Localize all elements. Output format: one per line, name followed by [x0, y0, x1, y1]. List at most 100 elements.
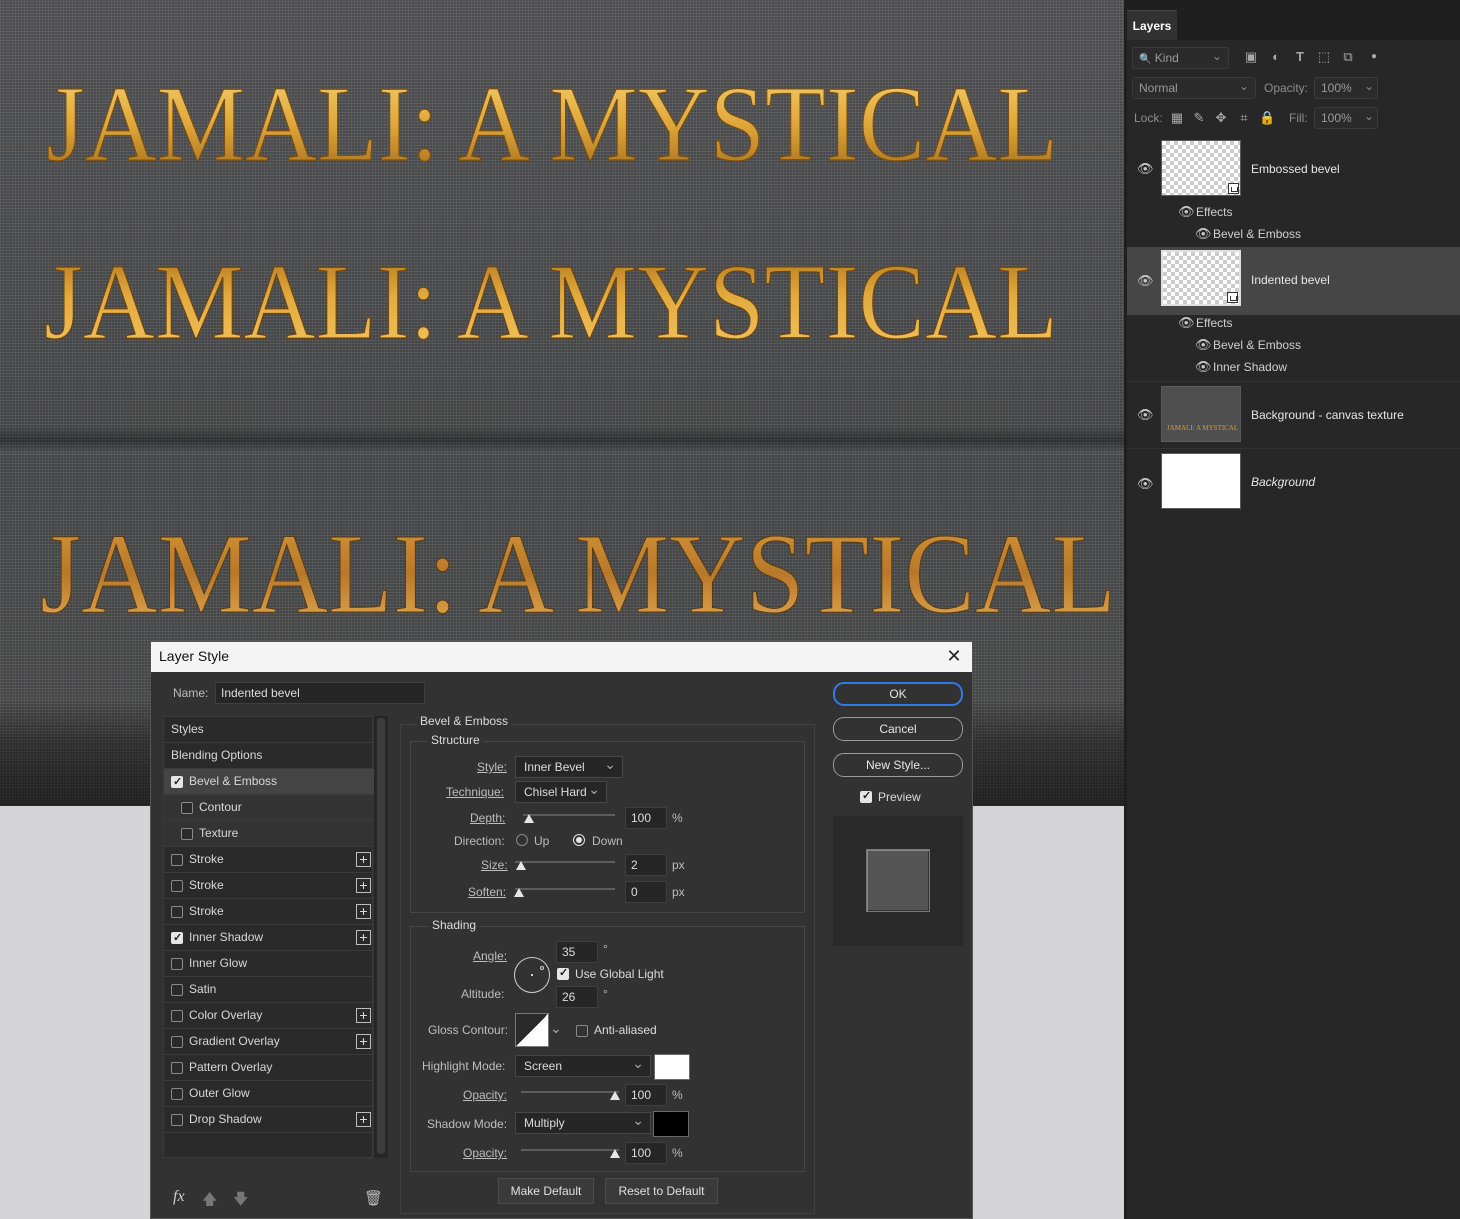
effects-row[interactable]: 👁 Effects: [1178, 316, 1232, 330]
filter-toggle-icon[interactable]: ●: [1367, 50, 1381, 64]
highlight-opacity-input[interactable]: [625, 1084, 667, 1106]
visibility-eye-icon[interactable]: 👁: [1137, 274, 1154, 287]
adjustment-filter-icon[interactable]: ◐: [1269, 50, 1283, 64]
cancel-button[interactable]: Cancel: [833, 717, 963, 741]
layer-name[interactable]: Background: [1251, 475, 1315, 489]
styles-scrollbar[interactable]: [374, 716, 388, 1158]
effects-row[interactable]: 👁 Effects: [1178, 205, 1232, 219]
blend-mode-select[interactable]: Normal ⌄: [1132, 77, 1256, 99]
checkbox[interactable]: [171, 1036, 183, 1048]
add-icon[interactable]: +: [356, 930, 371, 945]
angle-input[interactable]: [556, 941, 598, 963]
layer-name-input[interactable]: [215, 682, 425, 704]
make-default-button[interactable]: Make Default: [498, 1178, 594, 1204]
depth-slider[interactable]: [523, 814, 615, 816]
visibility-eye-icon[interactable]: 👁: [1178, 205, 1195, 218]
checkbox[interactable]: [171, 926, 183, 951]
scrollbar-thumb[interactable]: [377, 718, 385, 1154]
add-icon[interactable]: +: [356, 878, 371, 893]
opacity-input[interactable]: 100% ⌄: [1314, 77, 1378, 99]
dial-handle[interactable]: [540, 966, 544, 970]
size-input[interactable]: [625, 854, 667, 876]
size-slider-handle[interactable]: [516, 861, 526, 870]
depth-input[interactable]: [625, 807, 667, 829]
style-item-color-overlay[interactable]: Color Overlay +: [164, 1003, 374, 1029]
soften-slider[interactable]: [515, 888, 615, 890]
filter-kind-select[interactable]: 🔍 Kind ⌄: [1132, 47, 1229, 69]
layer-indented-bevel[interactable]: 👁 Indented bevel: [1127, 247, 1460, 315]
add-icon[interactable]: +: [356, 904, 371, 919]
type-filter-icon[interactable]: T: [1293, 50, 1307, 64]
checkbox[interactable]: [171, 1062, 183, 1074]
layer-background-canvas-texture[interactable]: 👁 JAMALI: A MYSTICAL Background - canvas…: [1127, 381, 1460, 447]
soften-input[interactable]: [625, 881, 667, 903]
checkbox[interactable]: [181, 802, 193, 814]
depth-slider-handle[interactable]: [524, 814, 534, 823]
shape-filter-icon[interactable]: ⬚: [1317, 50, 1331, 64]
trash-icon[interactable]: 🗑: [364, 1189, 383, 1207]
shadow-opacity-slider[interactable]: [521, 1149, 619, 1151]
visibility-eye-icon[interactable]: 👁: [1195, 360, 1212, 373]
style-item-bevel-emboss[interactable]: Bevel & Emboss: [164, 769, 374, 795]
ok-button[interactable]: OK: [833, 682, 963, 706]
lock-transparent-icon[interactable]: ▦: [1170, 111, 1184, 125]
visibility-eye-icon[interactable]: 👁: [1137, 162, 1154, 175]
shadow-mode-select[interactable]: Multiply: [515, 1110, 651, 1134]
move-down-icon[interactable]: 🡇: [233, 1189, 248, 1214]
layer-name[interactable]: Background - canvas texture: [1251, 408, 1404, 422]
style-item-contour[interactable]: Contour: [164, 795, 374, 821]
technique-select[interactable]: Chisel Hard: [515, 779, 607, 803]
style-item-stroke[interactable]: Stroke +: [164, 899, 374, 925]
checkbox[interactable]: [171, 1088, 183, 1100]
effect-row[interactable]: 👁 Inner Shadow: [1195, 360, 1287, 374]
add-icon[interactable]: +: [356, 1034, 371, 1049]
altitude-input[interactable]: [556, 986, 598, 1008]
reset-to-default-button[interactable]: Reset to Default: [605, 1178, 718, 1204]
styles-item[interactable]: Styles: [164, 717, 374, 743]
checkbox[interactable]: [171, 984, 183, 996]
lock-all-icon[interactable]: 🔒: [1259, 111, 1275, 125]
layer-name[interactable]: Indented bevel: [1251, 273, 1330, 287]
highlight-color-swatch[interactable]: [654, 1054, 690, 1080]
style-item-pattern-overlay[interactable]: Pattern Overlay: [164, 1055, 374, 1081]
size-slider[interactable]: [515, 861, 615, 863]
effect-row[interactable]: 👁 Bevel & Emboss: [1195, 338, 1301, 352]
style-item-gradient-overlay[interactable]: Gradient Overlay +: [164, 1029, 374, 1055]
direction-up-radio[interactable]: [516, 834, 528, 846]
fx-icon[interactable]: fx: [173, 1188, 185, 1206]
visibility-eye-icon[interactable]: 👁: [1195, 227, 1212, 240]
layer-name[interactable]: Embossed bevel: [1251, 162, 1340, 176]
effect-row[interactable]: 👁 Bevel & Emboss: [1195, 227, 1301, 241]
visibility-eye-icon[interactable]: 👁: [1178, 316, 1195, 329]
checkbox[interactable]: [171, 854, 183, 866]
style-item-outer-glow[interactable]: Outer Glow: [164, 1081, 374, 1107]
checkbox[interactable]: [171, 880, 183, 892]
image-filter-icon[interactable]: ▣: [1244, 50, 1258, 64]
visibility-eye-icon[interactable]: 👁: [1195, 338, 1212, 351]
style-select[interactable]: Inner Bevel: [515, 754, 623, 778]
lock-artboard-icon[interactable]: ⌗: [1237, 111, 1251, 125]
add-icon[interactable]: +: [356, 852, 371, 867]
checkbox[interactable]: [181, 828, 193, 840]
direction-down-radio[interactable]: [573, 834, 585, 846]
blending-options-item[interactable]: Blending Options: [164, 743, 374, 769]
style-item-stroke[interactable]: Stroke +: [164, 873, 374, 899]
checkbox[interactable]: [171, 958, 183, 970]
new-style-button[interactable]: New Style...: [833, 753, 963, 777]
style-item-texture[interactable]: Texture: [164, 821, 374, 847]
style-item-stroke[interactable]: Stroke +: [164, 847, 374, 873]
gloss-contour-preview[interactable]: [515, 1013, 549, 1047]
visibility-eye-icon[interactable]: 👁: [1137, 477, 1154, 490]
add-icon[interactable]: +: [356, 1112, 371, 1127]
lock-position-icon[interactable]: ✥: [1214, 111, 1228, 125]
fill-input[interactable]: 100% ⌄: [1314, 107, 1378, 129]
highlight-mode-select[interactable]: Screen: [515, 1053, 651, 1077]
close-icon[interactable]: ✕: [942, 644, 966, 668]
shadow-opacity-input[interactable]: [625, 1142, 667, 1164]
preview-checkbox[interactable]: [860, 789, 872, 803]
checkbox[interactable]: [171, 1114, 183, 1126]
style-item-drop-shadow[interactable]: Drop Shadow +: [164, 1107, 374, 1133]
style-item-satin[interactable]: Satin: [164, 977, 374, 1003]
dialog-title-bar[interactable]: Layer Style ✕: [151, 642, 972, 672]
lock-image-icon[interactable]: ✎: [1192, 111, 1206, 125]
